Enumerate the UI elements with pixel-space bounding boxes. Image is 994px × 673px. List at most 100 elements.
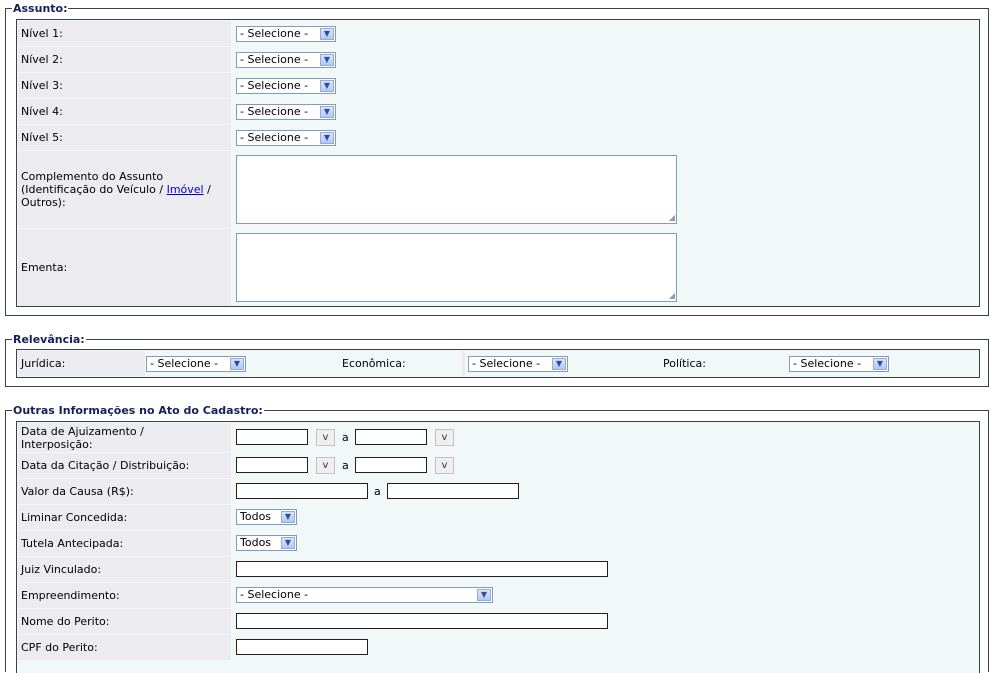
politica-label: Política: <box>663 357 706 370</box>
data-citacao-row: Data da Citação / Distribuição: v a v <box>18 453 978 478</box>
nivel-5-selected: - Selecione - <box>240 131 309 144</box>
chevron-down-icon[interactable]: ▼ <box>320 132 334 144</box>
cpf-perito-row: CPF do Perito: <box>18 635 978 660</box>
complemento-row: Complemento do Assunto (Identificação do… <box>18 151 978 228</box>
nivel-5-select[interactable]: - Selecione - ▼ <box>236 130 336 146</box>
complemento-label: Complemento do Assunto (Identificação do… <box>18 151 231 228</box>
ementa-row: Ementa: ◢ <box>18 229 978 306</box>
data-citacao-fim-input[interactable] <box>355 457 427 473</box>
liminar-label: Liminar Concedida: <box>18 505 231 530</box>
outras-panel: Data de Ajuizamento / Interposição: v a … <box>16 421 980 673</box>
data-ajuizamento-label: Data de Ajuizamento / Interposição: <box>18 423 231 452</box>
nivel-4-select[interactable]: - Selecione - ▼ <box>236 104 336 120</box>
relevancia-panel: Jurídica: - Selecione - ▼ Econômica: - S… <box>16 349 980 378</box>
nivel-1-select[interactable]: - Selecione - ▼ <box>236 26 336 42</box>
cpf-perito-input[interactable] <box>236 639 368 655</box>
valor-causa-inicio-input[interactable] <box>236 483 368 499</box>
juiz-label: Juiz Vinculado: <box>18 557 231 582</box>
range-separator: a <box>342 459 349 472</box>
nivel-2-selected: - Selecione - <box>240 53 309 66</box>
nivel-4-label: Nível 4: <box>18 99 231 124</box>
chevron-down-icon[interactable]: ▼ <box>281 537 295 549</box>
relevancia-fieldset: Relevância: Jurídica: - Selecione - ▼ Ec… <box>5 333 989 387</box>
imovel-link[interactable]: Imóvel <box>167 183 204 196</box>
juridica-label: Jurídica: <box>18 351 145 376</box>
complemento-label-line3: Outros): <box>21 196 66 209</box>
liminar-select[interactable]: Todos ▼ <box>236 509 297 525</box>
data-ajuizamento-inicio-calendar-button[interactable]: v <box>316 429 335 446</box>
juiz-input[interactable] <box>236 561 608 577</box>
outras-legend: Outras Informações no Ato do Cadastro: <box>12 404 264 417</box>
data-ajuizamento-fim-calendar-button[interactable]: v <box>435 429 454 446</box>
valor-causa-row: Valor da Causa (R$): a <box>18 479 978 504</box>
nivel-5-label: Nível 5: <box>18 125 231 150</box>
chevron-down-icon[interactable]: ▼ <box>320 80 334 92</box>
chevron-down-icon[interactable]: ▼ <box>230 358 244 370</box>
data-ajuizamento-label-line2: Interposição: <box>21 437 93 451</box>
tutela-label: Tutela Antecipada: <box>18 531 231 556</box>
resize-grip-icon[interactable]: ◢ <box>669 214 675 222</box>
nivel-2-select[interactable]: - Selecione - ▼ <box>236 52 336 68</box>
chevron-down-icon[interactable]: ▼ <box>320 28 334 40</box>
cpf-perito-label: CPF do Perito: <box>18 635 231 660</box>
data-ajuizamento-label-line1: Data de Ajuizamento / <box>21 424 144 438</box>
nome-perito-row: Nome do Perito: <box>18 609 978 634</box>
nivel-3-label: Nível 3: <box>18 73 231 98</box>
assunto-legend: Assunto: <box>12 2 69 15</box>
nivel-1-selected: - Selecione - <box>240 27 309 40</box>
data-ajuizamento-fim-input[interactable] <box>355 429 427 445</box>
chevron-down-icon[interactable]: ▼ <box>281 511 295 523</box>
chevron-down-icon[interactable]: ▼ <box>477 589 491 601</box>
economica-label-bg <box>462 351 465 376</box>
chevron-down-icon[interactable]: ▼ <box>320 106 334 118</box>
chevron-down-icon[interactable]: ▼ <box>873 358 887 370</box>
liminar-row: Liminar Concedida: Todos ▼ <box>18 505 978 530</box>
tutela-row: Tutela Antecipada: Todos ▼ <box>18 531 978 556</box>
empreendimento-row: Empreendimento: - Selecione - ▼ <box>18 583 978 608</box>
nivel-1-label: Nível 1: <box>18 21 231 46</box>
politica-select[interactable]: - Selecione - ▼ <box>789 356 889 372</box>
empreendimento-label: Empreendimento: <box>18 583 231 608</box>
nivel-3-select[interactable]: - Selecione - ▼ <box>236 78 336 94</box>
nome-perito-input[interactable] <box>236 613 608 629</box>
empreendimento-select[interactable]: - Selecione - ▼ <box>236 587 493 603</box>
data-citacao-fim-calendar-button[interactable]: v <box>435 457 454 474</box>
assunto-panel: Nível 1: - Selecione - ▼ Nível 2: - Sele… <box>16 19 980 307</box>
nivel-4-selected: - Selecione - <box>240 105 309 118</box>
liminar-selected: Todos <box>240 510 272 523</box>
juridica-select[interactable]: - Selecione - ▼ <box>146 356 246 372</box>
range-separator: a <box>342 431 349 444</box>
politica-selected: - Selecione - <box>793 357 862 370</box>
nivel-4-row: Nível 4: - Selecione - ▼ <box>18 99 978 124</box>
resize-grip-icon[interactable]: ◢ <box>669 292 675 300</box>
chevron-down-icon[interactable]: ▼ <box>320 54 334 66</box>
tutela-select[interactable]: Todos ▼ <box>236 535 297 551</box>
nivel-1-row: Nível 1: - Selecione - ▼ <box>18 21 978 46</box>
valor-causa-label: Valor da Causa (R$): <box>18 479 231 504</box>
juiz-row: Juiz Vinculado: <box>18 557 978 582</box>
economica-select[interactable]: - Selecione - ▼ <box>468 356 568 372</box>
data-citacao-inicio-calendar-button[interactable]: v <box>316 457 335 474</box>
complemento-textarea[interactable]: ◢ <box>236 155 677 224</box>
complemento-label-line2: (Identificação do Veículo / <box>21 183 167 196</box>
ementa-label: Ementa: <box>18 229 231 306</box>
empreendimento-selected: - Selecione - <box>240 588 309 601</box>
data-citacao-label: Data da Citação / Distribuição: <box>18 453 231 478</box>
juridica-selected: - Selecione - <box>150 357 219 370</box>
valor-causa-fim-input[interactable] <box>387 483 519 499</box>
data-ajuizamento-row: Data de Ajuizamento / Interposição: v a … <box>18 423 978 452</box>
nivel-5-row: Nível 5: - Selecione - ▼ <box>18 125 978 150</box>
nivel-2-label: Nível 2: <box>18 47 231 72</box>
outras-fieldset: Outras Informações no Ato do Cadastro: D… <box>5 404 989 673</box>
nivel-3-selected: - Selecione - <box>240 79 309 92</box>
economica-label: Econômica: <box>342 357 406 370</box>
chevron-down-icon[interactable]: ▼ <box>552 358 566 370</box>
data-ajuizamento-inicio-input[interactable] <box>236 429 308 445</box>
nivel-2-row: Nível 2: - Selecione - ▼ <box>18 47 978 72</box>
nome-perito-label: Nome do Perito: <box>18 609 231 634</box>
relevancia-legend: Relevância: <box>12 333 86 346</box>
nivel-3-row: Nível 3: - Selecione - ▼ <box>18 73 978 98</box>
range-separator: a <box>374 485 381 498</box>
ementa-textarea[interactable]: ◢ <box>236 233 677 302</box>
data-citacao-inicio-input[interactable] <box>236 457 308 473</box>
